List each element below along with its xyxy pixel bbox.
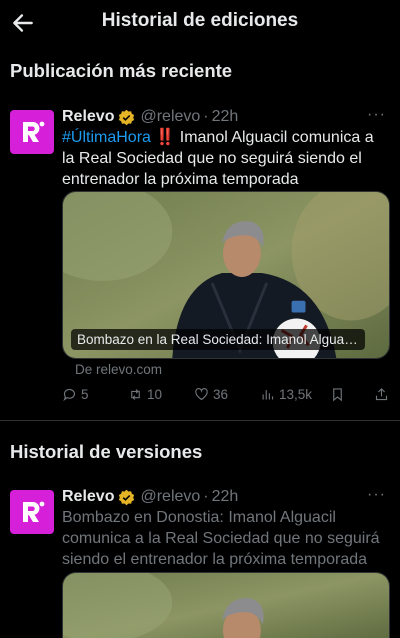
heart-icon <box>195 388 208 401</box>
verified-badge-icon <box>119 489 135 505</box>
card-source[interactable]: De relevo.com <box>75 362 162 377</box>
reply-button[interactable]: 5 <box>62 387 89 402</box>
separator-dot: · <box>203 488 209 505</box>
relevo-logo-icon <box>23 121 45 142</box>
views-count: 13,5k <box>279 387 313 402</box>
post-header: Relevo @relevo · 22h <box>62 486 390 508</box>
page-title: Historial de ediciones <box>101 10 299 31</box>
reply-count: 5 <box>81 387 89 402</box>
top-bar: Historial de ediciones <box>0 0 400 46</box>
link-card-image[interactable]: Bombazo en la Real Sociedad: Imanol Algu… <box>62 191 390 359</box>
avatar[interactable] <box>10 110 54 154</box>
post-time[interactable]: 22h <box>212 108 239 126</box>
reply-icon <box>63 388 76 402</box>
section-divider <box>0 420 400 421</box>
share-button[interactable] <box>374 387 393 402</box>
retweet-icon <box>131 389 140 400</box>
latest-post-heading: Publicación más reciente <box>10 60 233 81</box>
separator-dot: · <box>203 108 209 125</box>
coach-photo <box>63 573 389 638</box>
bookmark-button[interactable] <box>330 387 349 402</box>
double-exclamation-emoji: ‼️ <box>155 129 176 146</box>
author-handle[interactable]: @relevo <box>140 488 200 506</box>
post-text: #ÚltimaHora ‼️ Imanol Alguacil comunica … <box>62 127 390 190</box>
more-options-icon[interactable]: ··· <box>367 106 386 124</box>
author-name[interactable]: Relevo <box>62 488 114 506</box>
author-name[interactable]: Relevo <box>62 108 114 126</box>
link-card-image[interactable] <box>62 572 390 638</box>
card-caption: Bombazo en la Real Sociedad: Imanol Algu… <box>71 329 365 350</box>
retweet-button[interactable]: 10 <box>128 387 162 402</box>
relevo-logo-icon <box>23 501 45 522</box>
verified-badge-icon <box>119 109 135 125</box>
version-history-heading: Historial de versiones <box>10 441 203 462</box>
action-bar: 5 10 36 13,5k <box>62 387 390 407</box>
bookmark-icon <box>333 388 342 402</box>
post-text: Bombazo en Donostia: Imanol Alguacil com… <box>62 509 380 568</box>
share-icon <box>375 388 388 401</box>
views-chart-icon <box>262 390 274 400</box>
views-button[interactable]: 13,5k <box>260 387 312 402</box>
like-count: 36 <box>213 387 229 402</box>
retweet-count: 10 <box>147 387 163 402</box>
author-handle[interactable]: @relevo <box>140 108 200 126</box>
post-header: Relevo @relevo · 22h <box>62 106 390 128</box>
post-time[interactable]: 22h <box>212 488 239 506</box>
avatar[interactable] <box>10 490 54 534</box>
more-options-icon[interactable]: ··· <box>367 486 386 504</box>
hashtag-link[interactable]: #ÚltimaHora <box>62 129 151 146</box>
like-button[interactable]: 36 <box>194 387 228 402</box>
